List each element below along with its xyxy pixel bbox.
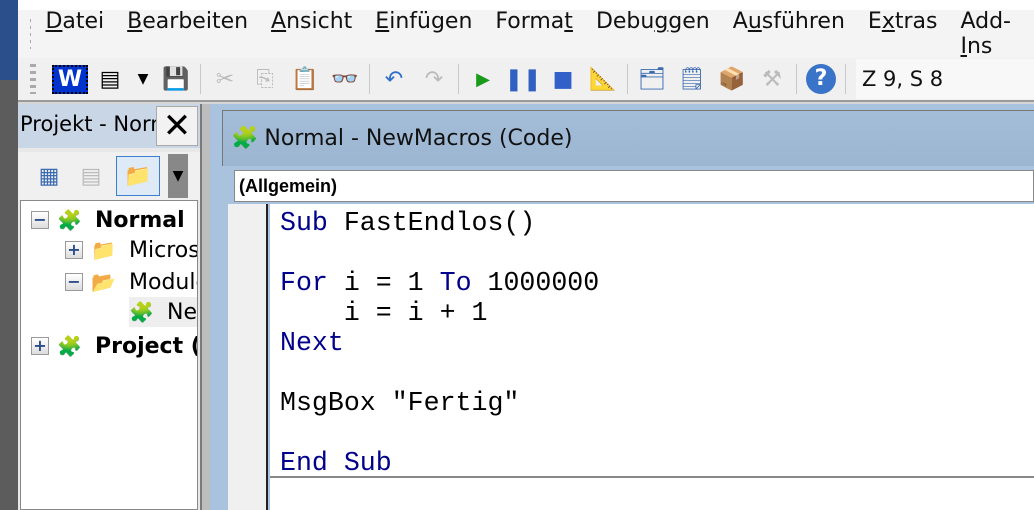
word-view-icon[interactable]: W — [51, 63, 89, 95]
help-icon[interactable]: ? — [804, 63, 838, 95]
code-keyword: Next — [280, 328, 344, 358]
folder-open-icon: 📂 — [91, 270, 116, 294]
collapse-icon[interactable]: − — [31, 211, 49, 229]
paste-icon[interactable]: 📋 — [288, 63, 322, 95]
tree-node-word-objects[interactable]: + 📁 Microsoft Word Objekte — [65, 235, 197, 265]
dropdown-arrow-icon[interactable]: ▼ — [133, 63, 153, 95]
object-browser-icon[interactable]: 📦 — [715, 63, 749, 95]
project-icon: 🧩 — [57, 208, 82, 232]
code-text: FastEndlos() — [327, 208, 536, 238]
redo-icon[interactable]: ↷ — [417, 63, 451, 95]
code-window-title: Normal - NewMacros (Code) — [264, 126, 573, 151]
code-keyword: For — [280, 268, 328, 298]
cursor-position: Z 9, S 8 — [856, 59, 1034, 99]
view-object-icon[interactable]: ▤ — [74, 160, 108, 192]
toolbar-grip[interactable] — [30, 64, 36, 94]
cut-icon[interactable]: ✂ — [208, 63, 242, 95]
folder-icon: 📁 — [91, 238, 116, 262]
code-line: For i = 1 To 1000000 — [280, 268, 599, 298]
menu-datei[interactable]: Datei — [45, 9, 104, 59]
menu-einfügen[interactable]: Einfügen — [375, 9, 472, 59]
menu-bar: Datei Bearbeiten Ansicht Einfügen Format Debu… — [18, 9, 1034, 59]
code-keyword: To — [439, 268, 472, 298]
find-icon[interactable]: 👓 — [328, 63, 362, 95]
copy-icon[interactable]: ⎘ — [248, 63, 282, 95]
toolbar-overflow-icon[interactable]: ▼ — [168, 154, 188, 198]
expand-icon[interactable]: + — [31, 337, 49, 355]
properties-icon[interactable]: 🗒 — [675, 63, 709, 95]
code-text: 1000000 — [471, 268, 600, 298]
save-icon[interactable]: 💾 — [159, 63, 193, 95]
menu-format[interactable]: Format — [495, 9, 573, 59]
expand-icon[interactable]: + — [65, 241, 83, 259]
project-explorer-icon[interactable]: 🗂 — [635, 63, 669, 95]
design-mode-icon[interactable]: 📐 — [586, 63, 620, 95]
menu-bearbeiten[interactable]: Bearbeiten — [127, 9, 248, 59]
tree-node-project[interactable]: + 🧩 Project (Dokument1) — [31, 331, 197, 361]
menu-debuggen[interactable]: Debuggen — [596, 9, 710, 59]
standard-toolbar: W ▤ ▼ 💾 ✂ ⎘ 📋 👓 ↶ ↷ ▶ ❚❚ ■ 📐 🗂 🗒 📦 ⚒ ? Z… — [18, 58, 1034, 102]
project-icon: 🧩 — [57, 334, 82, 358]
code-line: End Sub — [280, 448, 392, 478]
run-icon[interactable]: ▶ — [466, 63, 500, 95]
code-editor[interactable]: Sub FastEndlos() For i = 1 To 1000000 i =… — [270, 204, 1034, 510]
insert-userform-icon[interactable]: ▤ — [93, 63, 127, 95]
menu-addins[interactable]: Add-Ins — [960, 9, 1011, 59]
undo-icon[interactable]: ↶ — [377, 63, 411, 95]
code-keyword: Sub — [280, 208, 328, 238]
code-line: Next — [280, 328, 344, 358]
toolbox-icon[interactable]: ⚒ — [755, 63, 789, 95]
menu-extras[interactable]: Extras — [868, 9, 938, 59]
toggle-folders-icon[interactable]: 📁 — [116, 156, 160, 196]
tree-node-normal[interactable]: − 🧩 Normal — [31, 205, 185, 235]
code-window-titlebar[interactable]: 🧩 Normal - NewMacros (Code) — [222, 110, 1034, 166]
project-tree: − 🧩 Normal + 📁 Microsoft Word Objekte − … — [20, 200, 198, 510]
menu-ansicht[interactable]: Ansicht — [271, 9, 352, 59]
collapse-icon[interactable]: − — [65, 273, 83, 291]
code-text: i = 1 — [327, 268, 440, 298]
desktop-edge — [0, 0, 18, 510]
pane-splitter[interactable] — [200, 104, 210, 510]
close-icon[interactable]: ✕ — [156, 106, 198, 146]
tree-node-newmacros[interactable]: 🧩 NewMacros — [129, 297, 197, 327]
code-window: 🧩 Normal - NewMacros (Code) (Allgemein) … — [210, 104, 1034, 510]
menu-ausführen[interactable]: Ausführen — [733, 9, 845, 59]
stop-icon[interactable]: ■ — [546, 63, 580, 95]
margin-indicator-bar[interactable] — [228, 204, 268, 510]
view-code-icon[interactable]: ▦ — [32, 160, 66, 192]
procedure-separator — [270, 476, 1034, 478]
code-line: MsgBox "Fertig" — [280, 388, 519, 418]
module-icon: 🧩 — [231, 126, 259, 151]
code-text: MsgBox "Fertig" — [280, 388, 520, 418]
code-keyword: End Sub — [280, 448, 392, 478]
pause-icon[interactable]: ❚❚ — [505, 63, 542, 95]
code-line: i = i + 1 — [280, 298, 488, 328]
module-icon: 🧩 — [129, 300, 154, 324]
code-line: Sub FastEndlos() — [280, 208, 535, 238]
project-explorer: Projekt - Normal ✕ ▦ ▤ 📁 ▼ − 🧩 Normal + … — [18, 104, 200, 510]
project-toolbar: ▦ ▤ 📁 ▼ — [18, 152, 200, 200]
object-combobox[interactable]: (Allgemein) — [234, 170, 1034, 202]
code-text: i = i + 1 — [280, 298, 488, 328]
tree-node-modules[interactable]: − 📂 Module — [65, 267, 197, 297]
menu-grip[interactable] — [30, 19, 32, 49]
